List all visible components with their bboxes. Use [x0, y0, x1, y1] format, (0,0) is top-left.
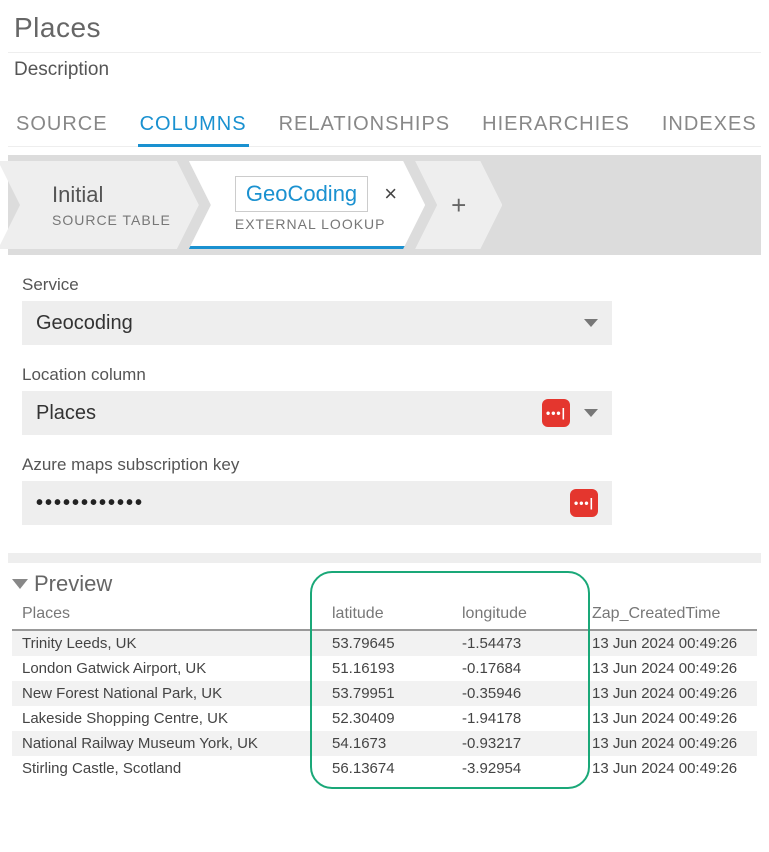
table-cell: Stirling Castle, Scotland: [12, 756, 322, 781]
table-row[interactable]: New Forest National Park, UK53.79951-0.3…: [12, 681, 757, 706]
table-cell: 53.79951: [322, 681, 452, 706]
pipeline-add-stage[interactable]: +: [415, 161, 502, 249]
preview-divider: [8, 553, 761, 563]
preview-table: Places latitude longitude Zap_CreatedTim…: [12, 599, 757, 781]
close-stage-icon[interactable]: ×: [384, 181, 397, 207]
location-select[interactable]: Places •••|: [22, 391, 612, 435]
table-row[interactable]: National Railway Museum York, UK54.1673-…: [12, 731, 757, 756]
table-cell: 56.13674: [322, 756, 452, 781]
page-description[interactable]: Description: [8, 53, 761, 91]
location-label: Location column: [22, 365, 612, 385]
plus-icon: +: [451, 190, 466, 221]
page-title: Places: [8, 10, 761, 53]
pipeline-stage-geocoding[interactable]: GeoCoding × EXTERNAL LOOKUP: [189, 161, 425, 249]
stage-subtitle: EXTERNAL LOOKUP: [235, 216, 397, 232]
table-cell: -1.94178: [452, 706, 582, 731]
table-cell: National Railway Museum York, UK: [12, 731, 322, 756]
table-row[interactable]: London Gatwick Airport, UK51.16193-0.176…: [12, 656, 757, 681]
table-cell: 13 Jun 2024 00:49:26: [582, 731, 757, 756]
service-value: Geocoding: [36, 312, 133, 335]
tab-hierarchies[interactable]: HIERARCHIES: [480, 109, 632, 146]
azurekey-badge-icon[interactable]: •••|: [570, 489, 598, 517]
chevron-down-icon: [584, 319, 598, 327]
table-row[interactable]: Trinity Leeds, UK53.79645-1.5447313 Jun …: [12, 630, 757, 656]
pipeline-stage-initial[interactable]: Initial SOURCE TABLE: [0, 161, 199, 249]
table-cell: 13 Jun 2024 00:49:26: [582, 706, 757, 731]
azurekey-input[interactable]: •••••••••••• •••|: [22, 481, 612, 525]
col-longitude[interactable]: longitude: [452, 599, 582, 630]
table-cell: 13 Jun 2024 00:49:26: [582, 681, 757, 706]
tab-columns[interactable]: COLUMNS: [138, 109, 249, 147]
azurekey-value: ••••••••••••: [36, 492, 144, 515]
col-createdtime[interactable]: Zap_CreatedTime: [582, 599, 757, 630]
preview-title: Preview: [34, 571, 112, 597]
tab-source[interactable]: SOURCE: [14, 109, 110, 146]
table-cell: -0.93217: [452, 731, 582, 756]
table-cell: 13 Jun 2024 00:49:26: [582, 656, 757, 681]
pipeline-bar: Initial SOURCE TABLE GeoCoding × EXTERNA…: [8, 155, 761, 255]
table-row[interactable]: Lakeside Shopping Centre, UK52.30409-1.9…: [12, 706, 757, 731]
azurekey-label: Azure maps subscription key: [22, 455, 612, 475]
table-row[interactable]: Stirling Castle, Scotland56.13674-3.9295…: [12, 756, 757, 781]
table-cell: -3.92954: [452, 756, 582, 781]
stage-subtitle: SOURCE TABLE: [52, 212, 171, 228]
table-cell: 51.16193: [322, 656, 452, 681]
table-cell: London Gatwick Airport, UK: [12, 656, 322, 681]
stage-title-input[interactable]: GeoCoding: [235, 176, 368, 212]
chevron-down-icon: [12, 579, 28, 589]
col-places[interactable]: Places: [12, 599, 322, 630]
table-header-row: Places latitude longitude Zap_CreatedTim…: [12, 599, 757, 630]
service-label: Service: [22, 275, 612, 295]
table-cell: -1.54473: [452, 630, 582, 656]
table-cell: 52.30409: [322, 706, 452, 731]
tabs-bar: SOURCE COLUMNS RELATIONSHIPS HIERARCHIES…: [8, 91, 761, 147]
table-cell: 53.79645: [322, 630, 452, 656]
tab-relationships[interactable]: RELATIONSHIPS: [277, 109, 453, 146]
table-cell: Trinity Leeds, UK: [12, 630, 322, 656]
location-badge-icon[interactable]: •••|: [542, 399, 570, 427]
service-select[interactable]: Geocoding: [22, 301, 612, 345]
stage-title: Initial: [52, 182, 171, 208]
table-cell: 54.1673: [322, 731, 452, 756]
table-cell: Lakeside Shopping Centre, UK: [12, 706, 322, 731]
location-value: Places: [36, 402, 96, 425]
table-cell: 13 Jun 2024 00:49:26: [582, 630, 757, 656]
preview-header[interactable]: Preview: [8, 563, 761, 599]
table-cell: -0.17684: [452, 656, 582, 681]
table-cell: New Forest National Park, UK: [12, 681, 322, 706]
chevron-down-icon: [584, 409, 598, 417]
table-cell: -0.35946: [452, 681, 582, 706]
preview-table-wrap: Places latitude longitude Zap_CreatedTim…: [8, 599, 761, 781]
col-latitude[interactable]: latitude: [322, 599, 452, 630]
tab-indexes[interactable]: INDEXES: [660, 109, 759, 146]
table-cell: 13 Jun 2024 00:49:26: [582, 756, 757, 781]
